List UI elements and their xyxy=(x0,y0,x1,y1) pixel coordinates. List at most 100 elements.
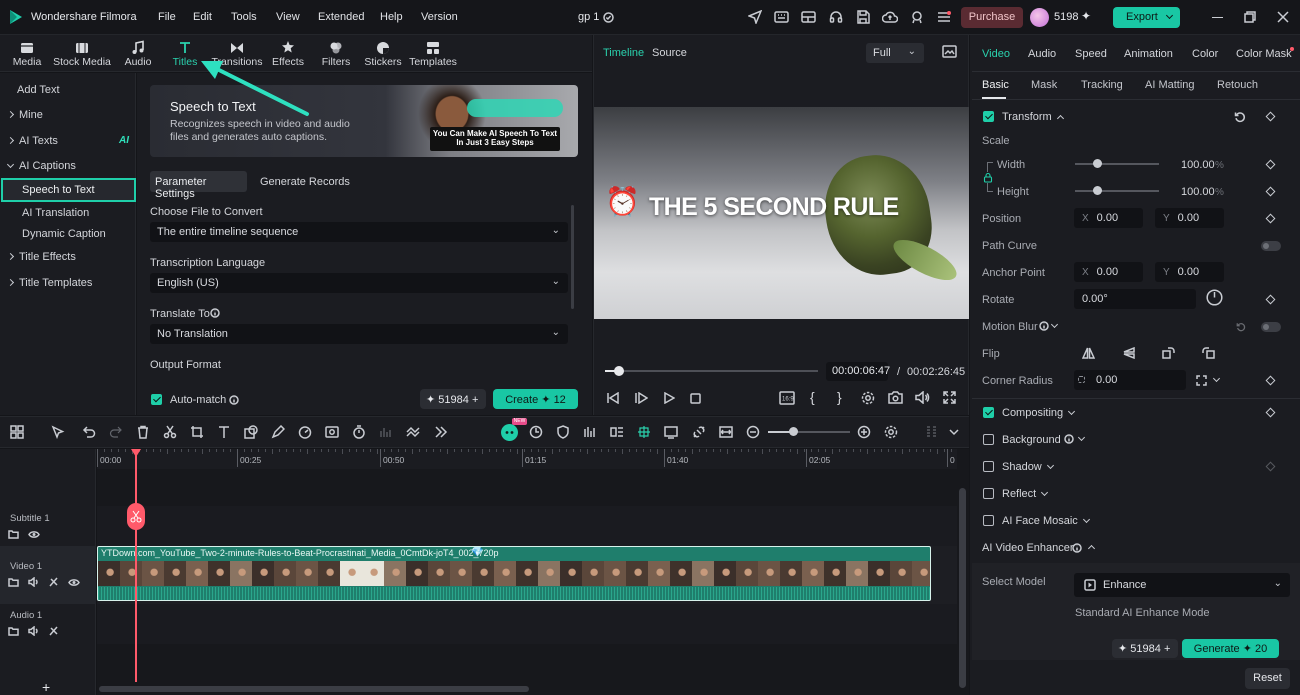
sidebar-item-title-templates[interactable]: Title Templates xyxy=(6,277,92,289)
crop-icon[interactable] xyxy=(190,425,204,439)
prop-tab-audio[interactable]: Audio xyxy=(1028,48,1056,60)
pen-tool-icon[interactable] xyxy=(271,425,285,439)
tab-stock-media[interactable]: Stock Media xyxy=(52,37,112,71)
zoom-slider-knob[interactable] xyxy=(789,427,798,436)
sidebar-item-ai-translation[interactable]: AI Translation xyxy=(22,207,89,219)
timeline-horizontal-scrollbar[interactable] xyxy=(99,686,529,692)
reset-button[interactable]: Reset xyxy=(1245,668,1290,689)
reflect-checkbox[interactable] xyxy=(983,488,994,499)
subtab-ai-matting[interactable]: AI Matting xyxy=(1145,79,1195,91)
path-curve-toggle[interactable] xyxy=(1261,241,1281,251)
background-header[interactable]: Background xyxy=(1002,434,1061,446)
width-slider-knob[interactable] xyxy=(1093,159,1102,168)
sidebar-item-ai-texts[interactable]: AI Texts xyxy=(6,135,58,147)
anchor-y-input[interactable]: Y 0.00 xyxy=(1155,262,1224,282)
sidebar-item-title-effects[interactable]: Title Effects xyxy=(6,251,76,263)
split-icon[interactable] xyxy=(163,425,177,439)
speed-icon[interactable] xyxy=(298,425,312,439)
redo-icon[interactable] xyxy=(109,425,123,439)
close-icon[interactable] xyxy=(1277,11,1289,23)
menu-file[interactable]: File xyxy=(158,11,176,23)
transform-checkbox[interactable] xyxy=(983,111,994,122)
freeze-frame-icon[interactable] xyxy=(325,425,339,439)
aspect-ratio-icon[interactable]: 16:9 xyxy=(779,391,795,405)
prop-tab-speed[interactable]: Speed xyxy=(1075,48,1107,60)
minimize-icon[interactable] xyxy=(1212,17,1223,18)
fit-width-icon[interactable] xyxy=(719,425,733,439)
height-value[interactable]: 100.00 xyxy=(1181,186,1215,198)
menu-edit[interactable]: Edit xyxy=(193,11,212,23)
stop-icon[interactable] xyxy=(690,393,701,404)
camera-icon[interactable] xyxy=(888,391,903,404)
language-select[interactable]: English (US) ⌄ xyxy=(150,273,568,293)
panel-grip-icon[interactable] xyxy=(925,425,939,439)
audio-duck-icon[interactable] xyxy=(610,425,624,439)
rotate-right-icon[interactable] xyxy=(1202,347,1215,359)
layout-icon[interactable] xyxy=(801,11,816,23)
prop-tab-color[interactable]: Color xyxy=(1192,48,1218,60)
mark-out-icon[interactable]: } xyxy=(837,389,842,405)
zoom-in-icon[interactable] xyxy=(857,425,871,439)
current-time-box[interactable]: 00:00:06:47 xyxy=(826,362,890,381)
cloud-icon[interactable] xyxy=(882,10,898,24)
play-reverse-icon[interactable] xyxy=(635,392,648,404)
generate-button[interactable]: Generate ✦ 20 xyxy=(1182,639,1279,658)
send-icon[interactable] xyxy=(748,10,762,24)
playback-progress-track[interactable] xyxy=(605,370,818,372)
keyframe-path-icon[interactable] xyxy=(406,425,420,439)
rotate-input[interactable]: 0.00° xyxy=(1074,289,1196,309)
position-y-input[interactable]: Y 0.00 xyxy=(1155,208,1224,228)
menu-help[interactable]: Help xyxy=(380,11,403,23)
video-preview[interactable]: ⏰ THE 5 SECOND RULE xyxy=(594,107,969,319)
motion-blur-toggle[interactable] xyxy=(1261,322,1281,332)
flip-horizontal-icon[interactable] xyxy=(1082,347,1095,359)
menu-list-icon[interactable] xyxy=(937,11,951,23)
ai-copilot-icon[interactable] xyxy=(501,424,518,441)
timer-icon[interactable] xyxy=(352,425,366,439)
eye-icon[interactable] xyxy=(68,578,80,587)
rotate-left-icon[interactable] xyxy=(1162,347,1175,359)
menu-extended[interactable]: Extended xyxy=(318,11,364,23)
ai-face-mosaic-header[interactable]: AI Face Mosaic xyxy=(1002,515,1090,527)
render-settings-icon[interactable] xyxy=(861,391,875,405)
menu-version[interactable]: Version xyxy=(421,11,458,23)
compositing-header[interactable]: Compositing xyxy=(1002,407,1076,419)
lock-icon[interactable] xyxy=(983,172,993,183)
play-icon[interactable] xyxy=(663,392,675,404)
auto-reframe-icon[interactable] xyxy=(529,425,543,439)
folder-icon[interactable] xyxy=(8,578,19,587)
reflect-header[interactable]: Reflect xyxy=(1002,488,1049,500)
corner-radius-input[interactable]: 0.00 xyxy=(1074,370,1186,390)
lock-track-icon[interactable] xyxy=(48,626,59,636)
export-button[interactable]: Export xyxy=(1113,7,1180,28)
translate-select[interactable]: No Translation ⌄ xyxy=(150,324,568,344)
sidebar-item-speech-to-text[interactable]: Speech to Text xyxy=(1,178,136,202)
folder-icon[interactable] xyxy=(8,627,19,636)
menu-view[interactable]: View xyxy=(276,11,300,23)
subtab-basic[interactable]: Basic xyxy=(982,79,1009,91)
compositing-checkbox[interactable] xyxy=(983,407,994,418)
save-icon[interactable] xyxy=(856,10,870,24)
delete-icon[interactable] xyxy=(136,425,150,439)
menu-tools[interactable]: Tools xyxy=(231,11,257,23)
overlay-track-icon[interactable] xyxy=(664,425,678,439)
magnet-snap-icon[interactable] xyxy=(637,425,651,439)
more-tools-icon[interactable] xyxy=(434,425,448,439)
folder-icon[interactable] xyxy=(8,530,19,539)
video-clip[interactable]: YTDown.com_YouTube_Two-2-minute-Rules-to… xyxy=(97,546,931,601)
model-select[interactable]: Enhance ⌄ xyxy=(1074,573,1290,597)
position-x-input[interactable]: X 0.00 xyxy=(1074,208,1143,228)
audio-stretch-icon[interactable] xyxy=(379,425,393,439)
width-value[interactable]: 100.00 xyxy=(1181,159,1215,171)
reset-motion-blur-icon[interactable] xyxy=(1236,322,1246,332)
corner-expand-icon[interactable] xyxy=(1196,375,1207,386)
speaker-icon[interactable] xyxy=(28,577,39,587)
mark-in-icon[interactable]: { xyxy=(810,389,815,405)
zoom-out-icon[interactable] xyxy=(746,425,760,439)
sidebar-item-mine[interactable]: Mine xyxy=(6,109,43,121)
subtab-tracking[interactable]: Tracking xyxy=(1081,79,1123,91)
sidebar-item-add-text[interactable]: Add Text xyxy=(17,84,60,96)
info-icon[interactable] xyxy=(1072,543,1082,553)
tab-generate-records[interactable]: Generate Records xyxy=(260,176,350,188)
previous-frame-icon[interactable] xyxy=(606,392,619,404)
